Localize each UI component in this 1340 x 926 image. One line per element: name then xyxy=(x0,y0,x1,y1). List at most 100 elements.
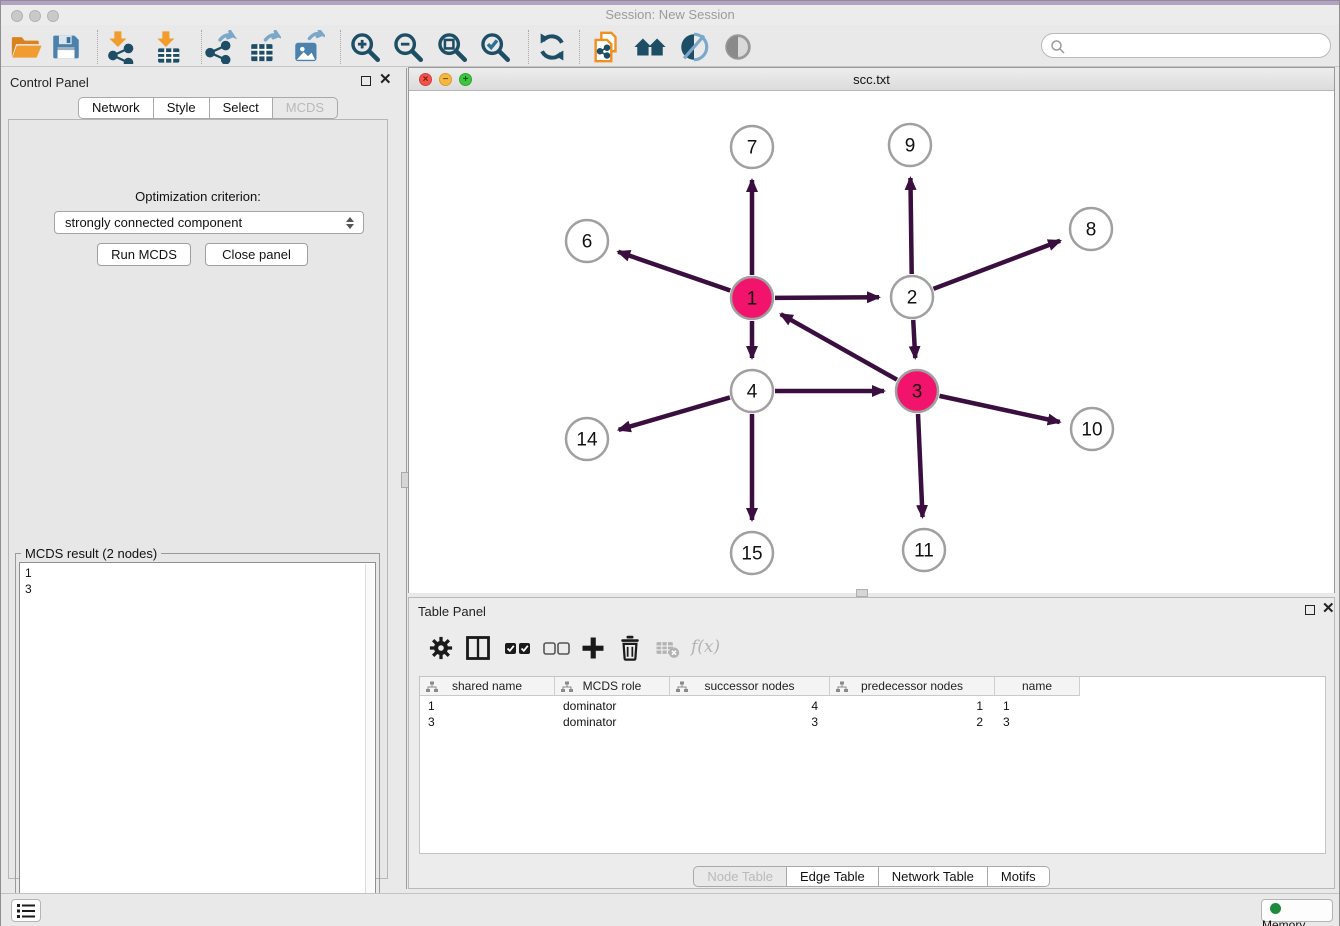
zoom-in-icon[interactable] xyxy=(348,30,382,64)
network-window-titlebar: × − + scc.txt xyxy=(409,68,1334,91)
memory-status-dot xyxy=(1270,903,1281,914)
tab-network[interactable]: Network xyxy=(78,97,154,119)
cell-shared-name[interactable]: 3 xyxy=(420,714,555,730)
show-task-history-button[interactable] xyxy=(11,899,41,922)
result-scrollbar[interactable] xyxy=(365,564,374,923)
save-session-icon[interactable] xyxy=(49,30,83,64)
tab-node-table[interactable]: Node Table xyxy=(693,866,787,887)
column-header-mcds-role[interactable]: MCDS role xyxy=(555,677,670,696)
network-view-window: × − + scc.txt 7968124314101511 xyxy=(408,67,1335,593)
edge-2-8[interactable] xyxy=(934,241,1061,289)
edge-2-3[interactable] xyxy=(913,320,915,358)
cell-successor-nodes[interactable]: 4 xyxy=(670,698,830,714)
refresh-icon[interactable] xyxy=(535,30,569,64)
node-label-14: 14 xyxy=(576,430,598,451)
memory-button-label: Memory xyxy=(1262,918,1305,926)
cell-name[interactable]: 3 xyxy=(995,714,1080,730)
mcds-result-list[interactable]: 1 3 xyxy=(19,562,376,925)
list-icon xyxy=(16,903,36,919)
zoom-selected-icon[interactable] xyxy=(478,30,512,64)
column-header-shared-name[interactable]: shared name xyxy=(420,677,555,696)
show-hide-eye-icon[interactable] xyxy=(721,30,755,64)
tab-edge-table[interactable]: Edge Table xyxy=(787,866,879,887)
node-label-7: 7 xyxy=(747,138,758,159)
tab-select[interactable]: Select xyxy=(210,97,273,119)
deselect-all-columns-icon[interactable] xyxy=(542,634,572,662)
table-options-gear-icon[interactable] xyxy=(427,634,455,662)
horizontal-splitter-handle[interactable] xyxy=(856,589,868,597)
criterion-select-value: strongly connected component xyxy=(65,215,242,230)
table-toolbar: f(x) xyxy=(409,626,1334,670)
cell-mcds-role[interactable]: dominator xyxy=(555,698,670,714)
column-header-name[interactable]: name xyxy=(995,677,1080,696)
import-table-icon[interactable] xyxy=(151,30,185,64)
add-column-icon[interactable] xyxy=(579,634,607,662)
edge-1-6[interactable] xyxy=(618,252,730,291)
split-table-icon[interactable] xyxy=(464,634,492,662)
node-label-11: 11 xyxy=(914,541,934,562)
node-label-8: 8 xyxy=(1086,220,1097,241)
edge-3-10[interactable] xyxy=(939,396,1059,422)
network-window-title: scc.txt xyxy=(409,72,1334,87)
criterion-select[interactable]: strongly connected component xyxy=(54,211,364,234)
mcds-result-line: 1 xyxy=(25,565,370,581)
cell-predecessor-nodes[interactable]: 1 xyxy=(830,698,995,714)
titlebar: Session: New Session xyxy=(1,5,1339,25)
export-network-icon[interactable] xyxy=(203,30,237,64)
zoom-fit-icon[interactable] xyxy=(435,30,469,64)
edge-1-2[interactable] xyxy=(775,297,879,298)
close-panel-button[interactable]: Close panel xyxy=(205,243,308,266)
clone-network-icon[interactable] xyxy=(590,30,624,64)
delete-table-icon-disabled xyxy=(653,634,681,662)
column-header-predecessor-nodes[interactable]: predecessor nodes xyxy=(830,677,995,696)
cell-mcds-role[interactable]: dominator xyxy=(555,714,670,730)
search-box xyxy=(1041,33,1331,58)
toolbar-separator xyxy=(528,30,529,64)
cell-predecessor-nodes[interactable]: 2 xyxy=(830,714,995,730)
column-header-successor-nodes[interactable]: successor nodes xyxy=(670,677,830,696)
toolbar-separator xyxy=(340,30,341,64)
cell-name[interactable]: 1 xyxy=(995,698,1080,714)
node-table-header: shared nameMCDS rolesuccessor nodesprede… xyxy=(420,677,1080,696)
search-icon xyxy=(1050,39,1066,55)
node-label-4: 4 xyxy=(747,382,758,403)
node-label-1: 1 xyxy=(747,289,758,310)
close-panel-icon[interactable]: ✕ xyxy=(379,72,392,88)
table-close-panel-icon[interactable]: ✕ xyxy=(1322,601,1335,617)
network-canvas[interactable]: 7968124314101511 xyxy=(409,91,1334,593)
network-canvas-svg: 7968124314101511 xyxy=(409,91,1334,593)
cell-shared-name[interactable]: 1 xyxy=(420,698,555,714)
table-float-panel-icon[interactable] xyxy=(1305,605,1315,615)
memory-button[interactable]: Memory xyxy=(1261,899,1333,922)
export-image-icon[interactable] xyxy=(291,30,325,64)
cell-successor-nodes[interactable]: 3 xyxy=(670,714,830,730)
table-panel-tabs: Node TableEdge TableNetwork TableMotifs xyxy=(409,866,1334,887)
mcds-result-title: MCDS result (2 nodes) xyxy=(21,546,161,561)
float-panel-icon[interactable] xyxy=(361,76,371,86)
tab-mcds[interactable]: MCDS xyxy=(273,97,338,119)
select-all-columns-icon[interactable] xyxy=(503,634,533,662)
search-input[interactable] xyxy=(1070,36,1322,55)
export-table-icon[interactable] xyxy=(247,30,281,64)
open-session-icon[interactable] xyxy=(9,30,43,64)
tab-style[interactable]: Style xyxy=(154,97,210,119)
import-network-icon[interactable] xyxy=(103,30,137,64)
tab-network-table[interactable]: Network Table xyxy=(879,866,988,887)
edge-3-1[interactable] xyxy=(781,314,897,380)
app-window: Session: New Session xyxy=(0,0,1340,926)
edge-4-14[interactable] xyxy=(619,397,730,429)
zoom-out-icon[interactable] xyxy=(391,30,425,64)
toolbar-separator xyxy=(579,30,580,64)
edge-3-11[interactable] xyxy=(918,414,923,517)
edge-2-9[interactable] xyxy=(910,178,911,274)
open-network-browser-home-icon[interactable] xyxy=(633,30,667,64)
toggle-graphics-details-icon[interactable] xyxy=(677,30,711,64)
status-bar: Memory xyxy=(1,893,1339,926)
mcds-result-box: MCDS result (2 nodes) 1 3 xyxy=(15,553,380,926)
table-row[interactable]: 1dominator411 xyxy=(420,698,1080,714)
run-mcds-button[interactable]: Run MCDS xyxy=(97,243,191,266)
tab-motifs[interactable]: Motifs xyxy=(988,866,1050,887)
table-row[interactable]: 3dominator323 xyxy=(420,714,1080,730)
toolbar-separator xyxy=(201,30,202,64)
delete-column-trash-icon[interactable] xyxy=(616,634,644,662)
